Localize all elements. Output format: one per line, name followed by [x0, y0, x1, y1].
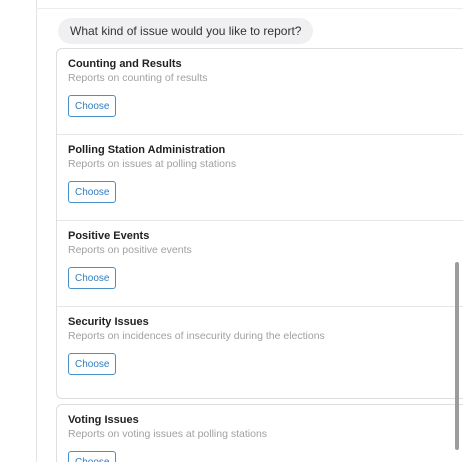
question-bubble: What kind of issue would you like to rep…	[58, 18, 314, 44]
choose-security-issues-button[interactable]: Choose	[68, 353, 117, 375]
option-title: Voting Issues	[68, 414, 139, 426]
option-positive-events: Positive Events Reports on positive even…	[57, 221, 463, 307]
option-description: Reports on incidences of insecurity duri…	[68, 330, 325, 342]
option-title: Positive Events	[68, 230, 150, 242]
option-voting-issues: Voting Issues Reports on voting issues a…	[56, 404, 463, 462]
option-polling-station-administration: Polling Station Administration Reports o…	[57, 135, 463, 221]
option-title: Polling Station Administration	[68, 144, 226, 156]
top-divider	[36, 8, 463, 9]
option-description: Reports on counting of results	[68, 72, 208, 84]
chat-panel: What kind of issue would you like to rep…	[0, 0, 463, 462]
scrollbar-thumb[interactable]	[455, 262, 459, 450]
issue-options-card: Counting and Results Reports on counting…	[56, 48, 463, 399]
option-title: Counting and Results	[68, 58, 182, 70]
option-security-issues: Security Issues Reports on incidences of…	[57, 307, 463, 393]
option-description: Reports on voting issues at polling stat…	[68, 428, 268, 440]
choose-counting-button[interactable]: Choose	[68, 95, 117, 117]
option-counting-and-results: Counting and Results Reports on counting…	[57, 49, 463, 135]
choose-polling-station-button[interactable]: Choose	[68, 181, 117, 203]
choose-voting-issues-button[interactable]: Choose	[68, 451, 117, 462]
option-description: Reports on issues at polling stations	[68, 158, 237, 170]
left-divider	[36, 0, 37, 462]
choose-positive-events-button[interactable]: Choose	[68, 267, 117, 289]
option-description: Reports on positive events	[68, 244, 192, 256]
option-title: Security Issues	[68, 316, 149, 328]
